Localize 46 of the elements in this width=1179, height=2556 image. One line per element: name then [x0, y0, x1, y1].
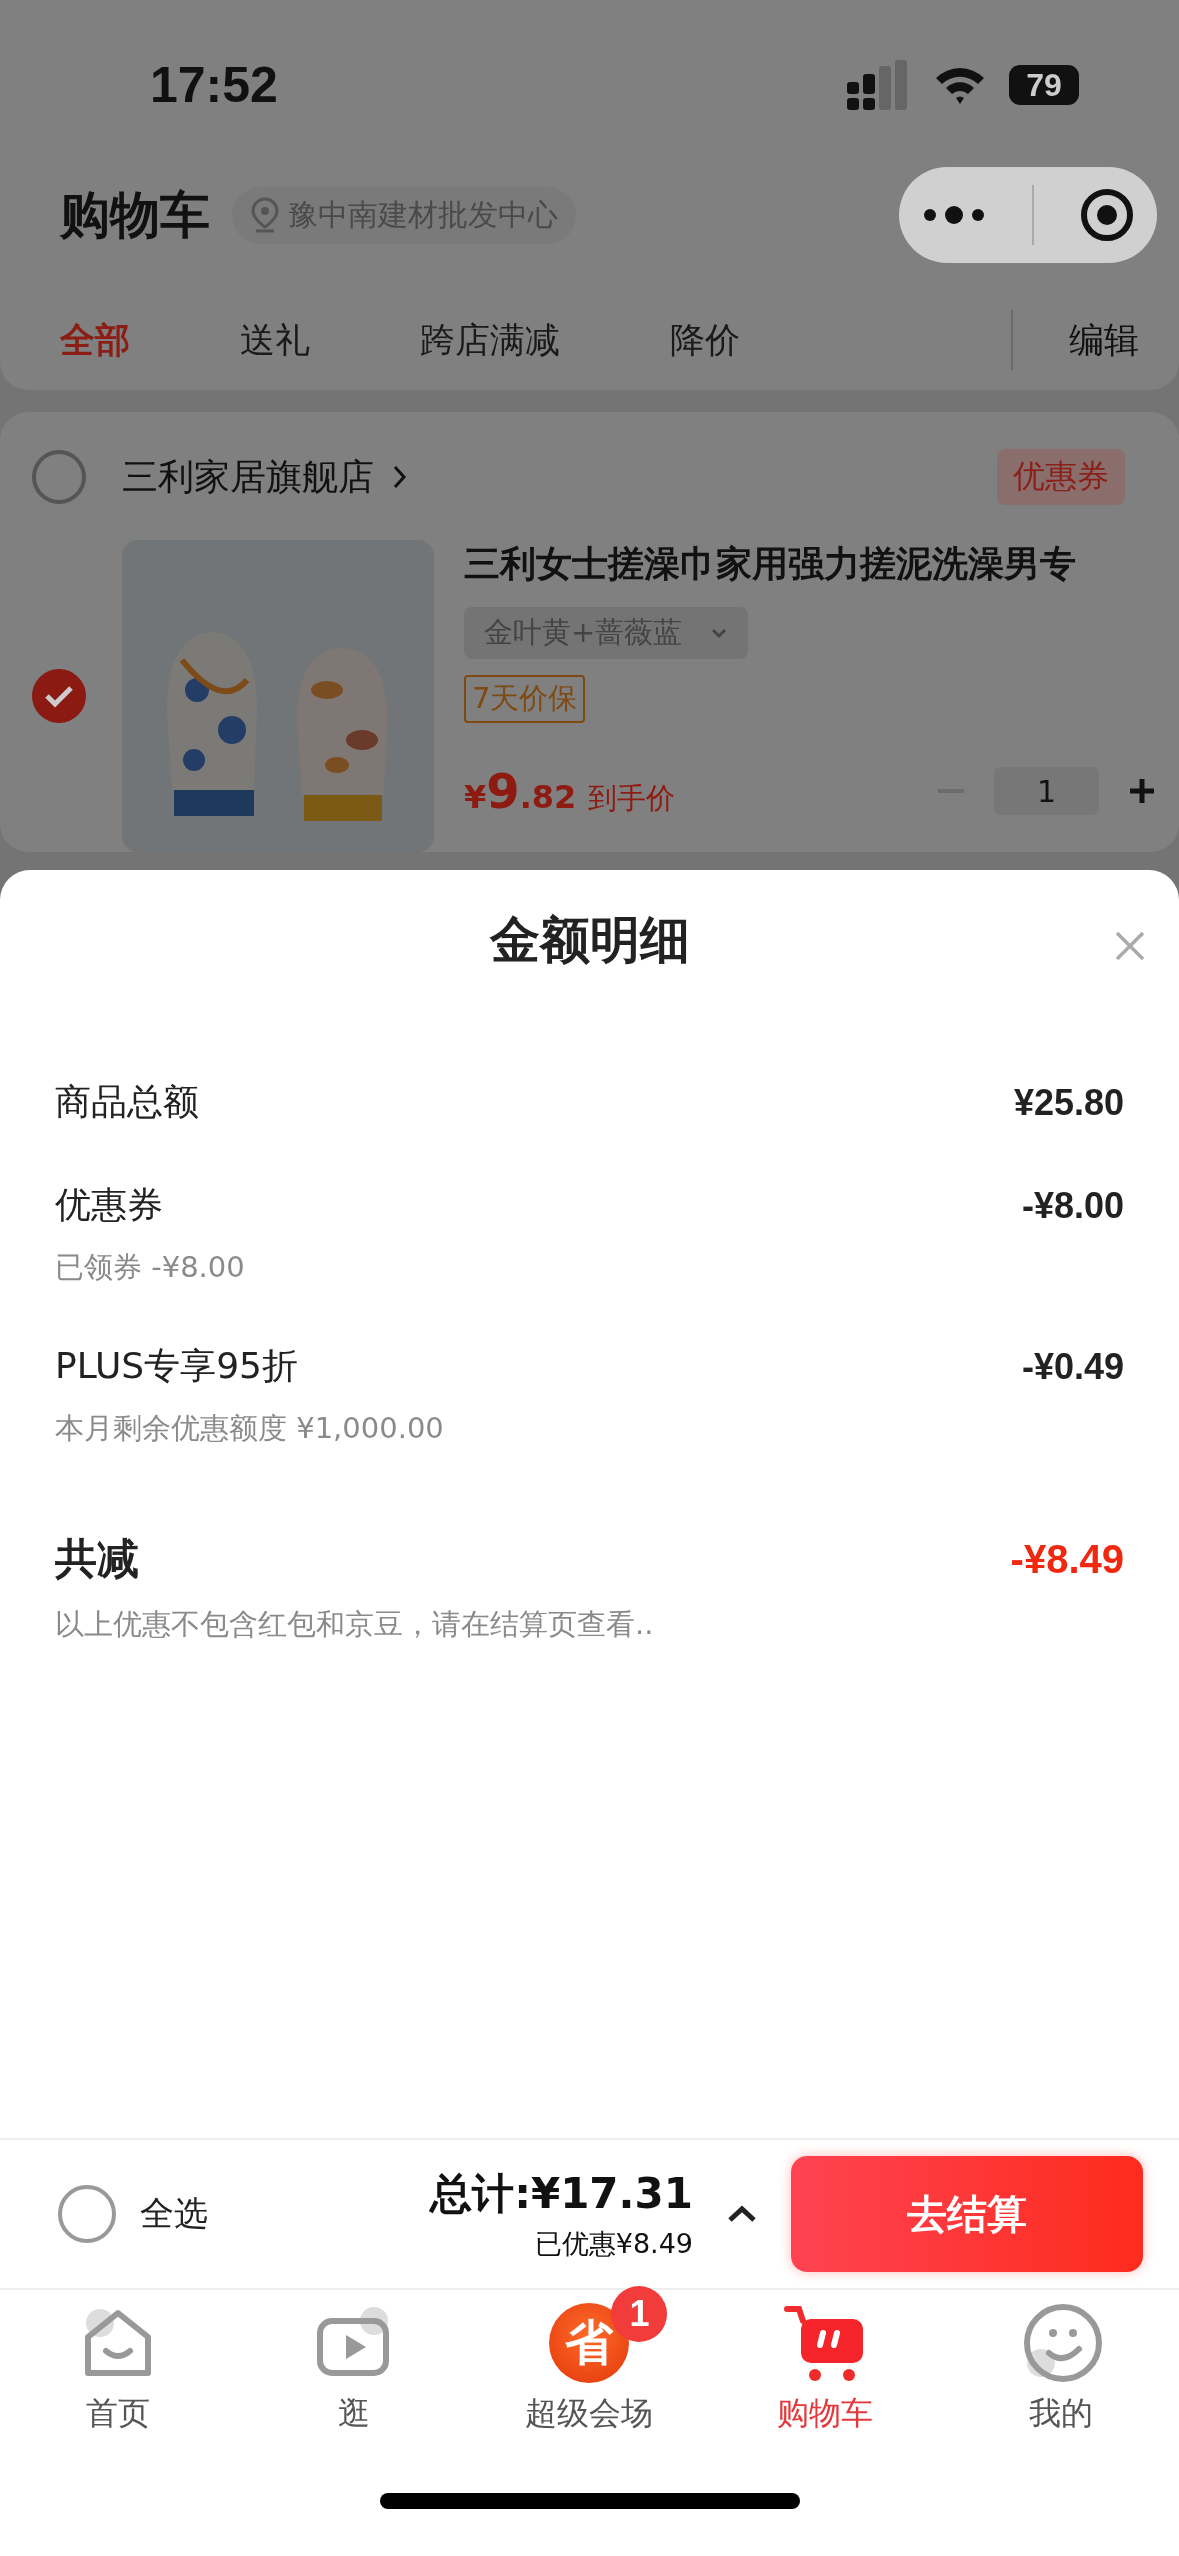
amount-label: PLUS专享95折	[55, 1344, 298, 1388]
filter-tab[interactable]: 跨店满减	[420, 316, 560, 364]
amount-label: 共减	[55, 1533, 139, 1585]
filter-tab[interactable]: 送礼	[240, 316, 310, 364]
quantity-field[interactable]: 1	[994, 767, 1099, 815]
caret-down-icon	[710, 627, 729, 639]
checkout-button[interactable]: 去结算	[791, 2156, 1143, 2272]
amount-note: 本月剩余优惠额度 ¥1,000.00	[55, 1410, 445, 1447]
chevron-right-icon	[392, 464, 408, 490]
select-all-checkbox[interactable]	[58, 2185, 116, 2243]
store-name[interactable]: 三利家居旗舰店	[122, 452, 374, 502]
battery-icon: 79	[1009, 65, 1079, 105]
more-icon[interactable]	[922, 205, 986, 225]
product-price: ¥9.82	[464, 763, 577, 819]
price-label: 到手价	[588, 780, 676, 817]
tab-bar-item[interactable]: 逛	[235, 2290, 472, 2446]
total-amount: 总计:¥17.31	[430, 2168, 693, 2220]
checkmark-icon	[44, 684, 74, 708]
sheet-title: 金额明细	[489, 909, 690, 971]
page-title: 购物车	[60, 184, 210, 246]
amount-value: -¥8.49	[1010, 1536, 1124, 1582]
location-pin-icon	[250, 197, 280, 233]
amount-note: 以上优惠不包含红包和京豆，请在结算页查看..	[55, 1606, 655, 1643]
select-all-label[interactable]: 全选	[140, 2191, 208, 2237]
amount-label: 优惠券	[55, 1183, 163, 1227]
plus-icon[interactable]	[1129, 778, 1155, 804]
close-target-icon[interactable]	[1080, 188, 1134, 242]
tab-bar-item[interactable]: 首页	[0, 2290, 236, 2446]
caret-up-icon[interactable]	[727, 2205, 757, 2223]
amount-note: 已领券 -¥8.00	[55, 1249, 246, 1286]
promo-icon: 省	[549, 2303, 630, 2383]
status-time: 17:52	[150, 56, 278, 114]
tab-bar-item[interactable]: 购物车	[707, 2290, 944, 2446]
product-checkbox[interactable]	[32, 669, 86, 723]
saved-amount: 已优惠¥8.49	[534, 2227, 693, 2261]
tab-bar-item[interactable]: 我的	[943, 2290, 1179, 2446]
product-title[interactable]: 三利女士搓澡巾家用强力搓泥洗澡男专	[464, 540, 1076, 589]
filter-tab[interactable]: 全部	[60, 316, 130, 364]
store-checkbox[interactable]	[32, 450, 86, 504]
price-protect-tag: 7天价保	[464, 675, 586, 723]
edit-link[interactable]: 编辑	[1069, 316, 1139, 364]
amount-value: ¥25.80	[1013, 1081, 1124, 1124]
amount-label: 商品总额	[55, 1080, 199, 1124]
amount-value: -¥8.00	[1021, 1184, 1124, 1227]
filter-tab[interactable]: 降价	[670, 316, 740, 364]
amount-value: -¥0.49	[1021, 1345, 1124, 1388]
